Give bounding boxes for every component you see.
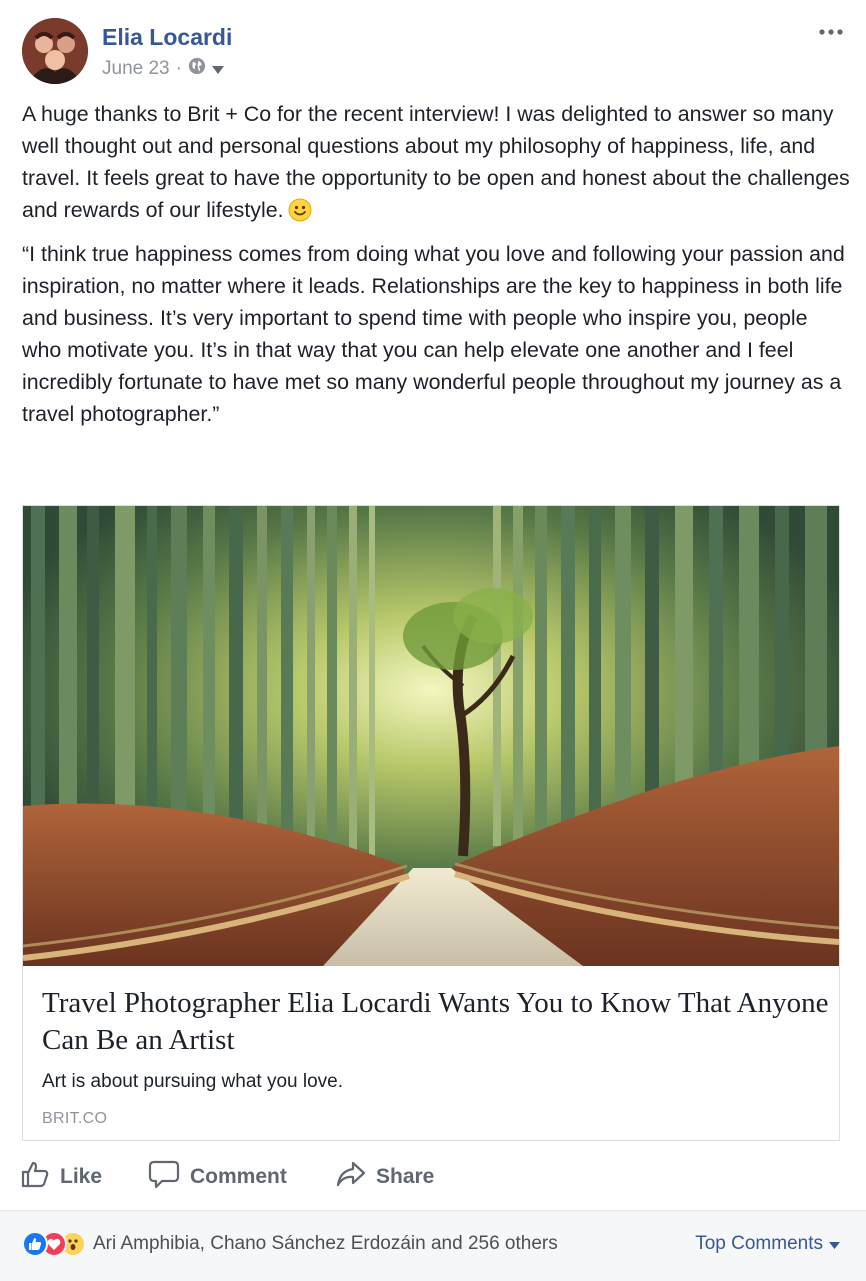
like-label: Like — [60, 1165, 103, 1188]
reaction-icons — [22, 1231, 86, 1257]
paragraph-text: A huge thanks to Brit + Co for the recen… — [22, 102, 850, 222]
post-paragraph: “I think true happiness comes from doing… — [22, 242, 845, 426]
comment-label: Comment — [190, 1165, 287, 1188]
reactions-names[interactable]: Ari Amphibia, Chano Sánchez Erdozáin and… — [93, 1233, 558, 1255]
top-comments-dropdown[interactable]: Top Comments — [695, 1233, 840, 1255]
smiley-emoji-icon — [288, 198, 312, 231]
reactions-summary[interactable]: Ari Amphibia, Chano Sánchez Erdozáin and… — [22, 1231, 558, 1257]
audience-dropdown-icon[interactable] — [211, 58, 224, 80]
chevron-down-icon — [829, 1233, 840, 1255]
globe-icon[interactable] — [188, 57, 206, 81]
share-label: Share — [376, 1165, 435, 1188]
more-options-icon[interactable] — [816, 20, 846, 44]
share-arrow-icon — [336, 1160, 366, 1194]
share-button[interactable]: Share — [336, 1160, 434, 1194]
post-paragraph: A huge thanks to Brit + Co for the recen… — [22, 98, 852, 231]
bamboo-forest-image[interactable] — [23, 506, 839, 966]
like-reaction-icon — [22, 1231, 48, 1257]
action-bar: Like Comment Share — [20, 1154, 434, 1200]
date-separator: · — [175, 58, 182, 79]
post-date[interactable]: June 23 — [102, 58, 170, 80]
author-name[interactable]: Elia Locardi — [102, 24, 232, 51]
avatar[interactable] — [22, 18, 88, 84]
comment-bubble-icon — [148, 1159, 180, 1195]
top-comments-label: Top Comments — [695, 1233, 823, 1254]
like-button[interactable]: Like — [20, 1159, 148, 1195]
reactions-footer: Ari Amphibia, Chano Sánchez Erdozáin and… — [0, 1210, 866, 1281]
post-meta: June 23 · — [102, 57, 224, 81]
thumbs-up-icon — [20, 1159, 50, 1195]
link-description: Art is about pursuing what you love. — [42, 1071, 344, 1092]
link-preview-card[interactable]: Travel Photographer Elia Locardi Wants Y… — [22, 505, 840, 1141]
facebook-post: Elia Locardi June 23 · A huge thanks to … — [0, 0, 866, 1281]
comment-button[interactable]: Comment — [148, 1159, 336, 1195]
link-domain: BRIT.CO — [42, 1110, 108, 1127]
post-text: A huge thanks to Brit + Co for the recen… — [22, 98, 852, 437]
link-title[interactable]: Travel Photographer Elia Locardi Wants Y… — [42, 985, 832, 1059]
